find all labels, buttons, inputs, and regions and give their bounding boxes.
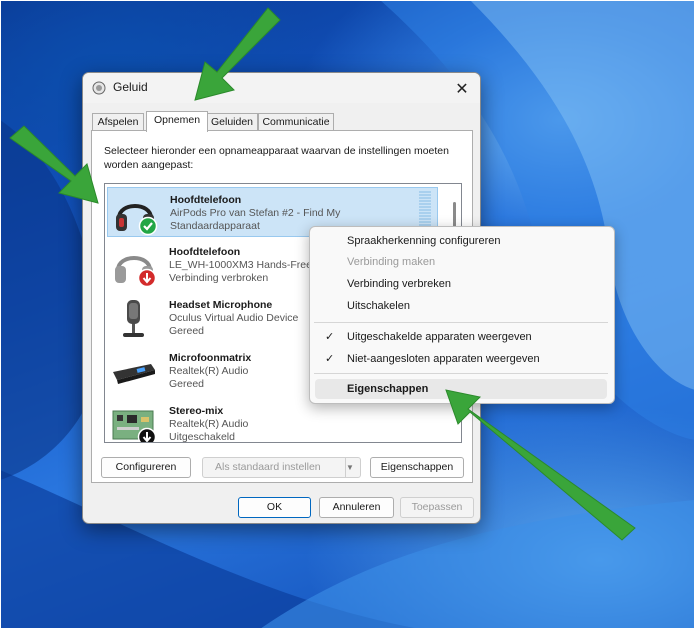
cancel-button[interactable]: Annuleren bbox=[319, 497, 394, 518]
device-name: Microfoonmatrix bbox=[169, 352, 252, 364]
menu-item-properties[interactable]: Eigenschappen bbox=[315, 379, 607, 399]
headphones-default-icon bbox=[116, 204, 158, 236]
device-name: Stereo-mix bbox=[169, 405, 224, 417]
device-status: Gereed bbox=[169, 378, 205, 390]
device-name: Hoofdtelefoon bbox=[169, 246, 241, 258]
menu-item-connect[interactable]: Verbinding maken bbox=[315, 252, 607, 272]
menu-item-disconnect[interactable]: Verbinding verbreken bbox=[315, 274, 607, 294]
close-icon: ✕ bbox=[455, 78, 469, 98]
device-status: Uitgeschakeld bbox=[169, 431, 235, 443]
checkmark-icon: ✓ bbox=[325, 331, 335, 343]
device-status: Standaardapparaat bbox=[170, 220, 260, 232]
device-description: Oculus Virtual Audio Device bbox=[169, 312, 299, 324]
speaker-icon bbox=[92, 81, 106, 95]
tab-opnemen[interactable]: Opnemen bbox=[146, 111, 208, 132]
menu-item-disable[interactable]: Uitschakelen bbox=[315, 296, 607, 316]
tab-afspelen[interactable]: Afspelen bbox=[92, 113, 144, 131]
title-bar: Geluid ✕ bbox=[83, 73, 480, 103]
set-default-button[interactable]: Als standaard instellen ▼ bbox=[202, 457, 361, 478]
instructions-text: Selecteer hieronder een opnameapparaat w… bbox=[104, 145, 449, 171]
device-description: Realtek(R) Audio bbox=[169, 418, 249, 430]
menu-item-show-disabled[interactable]: ✓ Uitgeschakelde apparaten weergeven bbox=[315, 327, 607, 347]
ok-button[interactable]: OK bbox=[238, 497, 311, 518]
headphones-disconnected-icon bbox=[115, 256, 157, 288]
apply-button[interactable]: Toepassen bbox=[400, 497, 474, 518]
checkmark-icon: ✓ bbox=[325, 353, 335, 365]
chevron-down-icon[interactable]: ▼ bbox=[345, 458, 360, 477]
microphone-icon bbox=[123, 300, 144, 337]
device-description: Realtek(R) Audio bbox=[169, 365, 249, 377]
menu-separator bbox=[314, 322, 608, 323]
menu-separator bbox=[314, 373, 608, 374]
device-description: AirPods Pro van Stefan #2 - Find My bbox=[170, 207, 341, 219]
dialog-title: Geluid bbox=[113, 80, 148, 94]
microphone-array-icon bbox=[113, 364, 155, 384]
configure-button[interactable]: Configureren bbox=[101, 457, 191, 478]
menu-item-show-disconnected[interactable]: ✓ Niet-aangesloten apparaten weergeven bbox=[315, 349, 607, 369]
device-name: Headset Microphone bbox=[169, 299, 273, 311]
device-row[interactable]: Stereo-mix Realtek(R) Audio Uitgeschakel… bbox=[107, 399, 438, 443]
close-button[interactable]: ✕ bbox=[444, 73, 480, 103]
tab-communicatie[interactable]: Communicatie bbox=[258, 113, 334, 131]
menu-item-configure-speech[interactable]: Spraakherkenning configureren bbox=[315, 231, 607, 251]
device-description: LE_WH-1000XM3 Hands-Free bbox=[169, 259, 312, 271]
context-menu: Spraakherkenning configureren Verbinding… bbox=[309, 226, 615, 404]
set-default-label: Als standaard instellen bbox=[215, 461, 321, 473]
device-status: Verbinding verbroken bbox=[169, 272, 269, 284]
tab-geluiden[interactable]: Geluiden bbox=[206, 113, 258, 131]
circuit-board-disabled-icon bbox=[112, 410, 157, 442]
device-name: Hoofdtelefoon bbox=[170, 194, 242, 206]
device-status: Gereed bbox=[169, 325, 205, 337]
properties-button[interactable]: Eigenschappen bbox=[370, 457, 464, 478]
